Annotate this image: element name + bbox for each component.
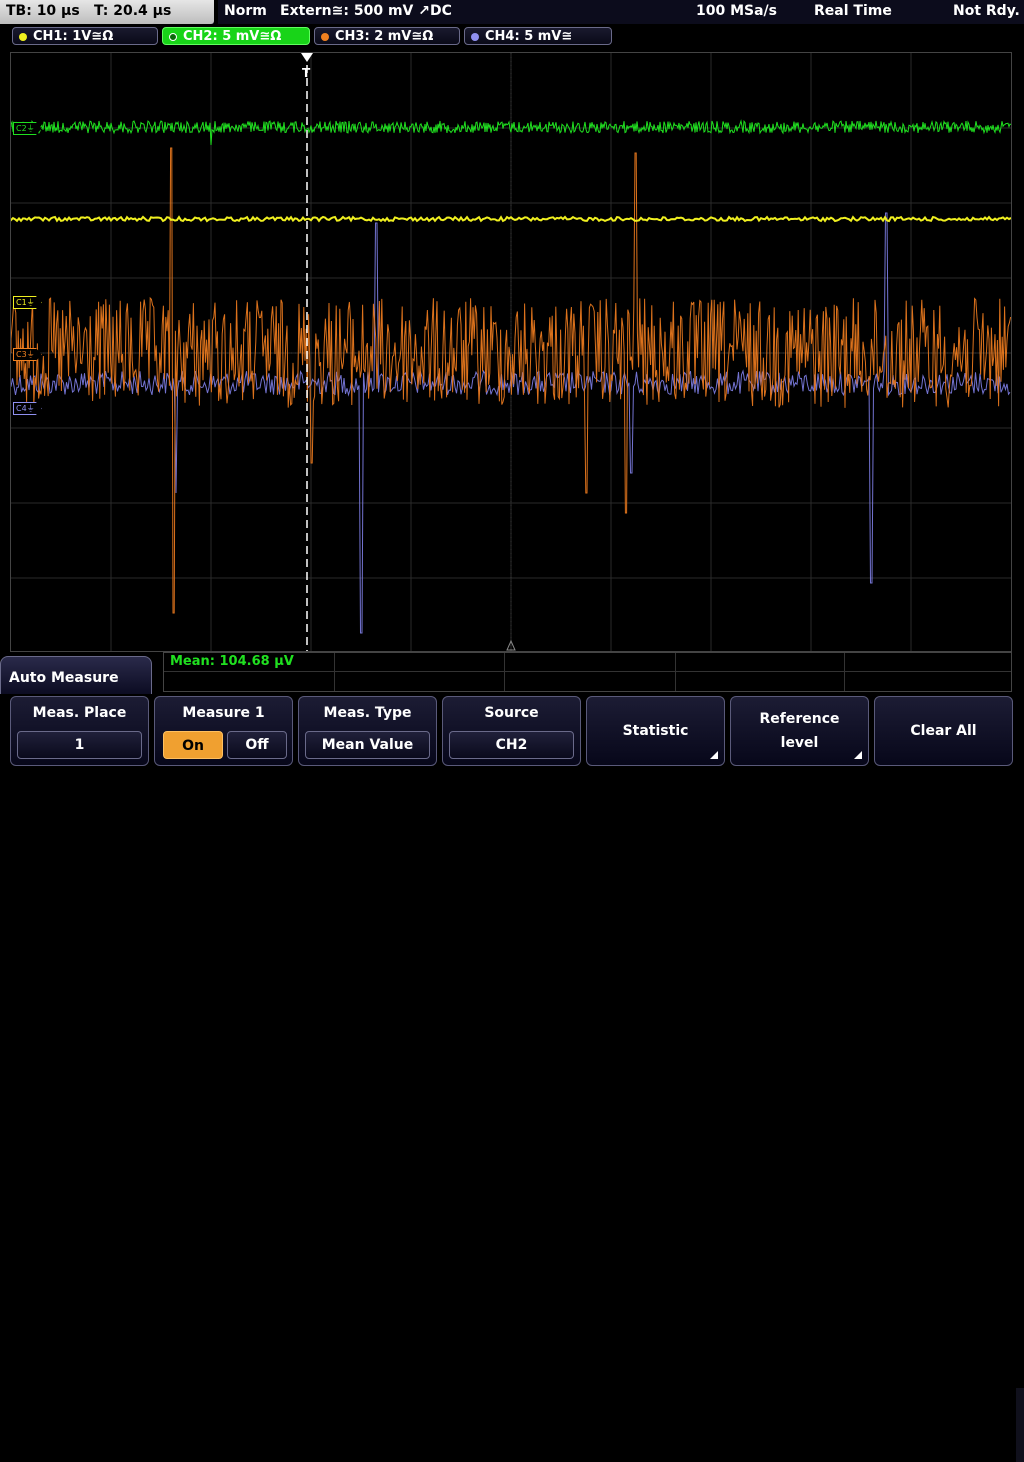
reference-level-line1: Reference [759, 711, 840, 727]
ch4-label: CH4: 5 mV≅ [485, 29, 573, 44]
trigger-marker-label: T [302, 66, 311, 80]
status-bar: TB: 10 µs T: 20.4 µs Norm Extern≅: 500 m… [0, 0, 1024, 24]
ch3-label: CH3: 2 mV≅Ω [335, 29, 434, 44]
measure1-softkey[interactable]: Measure 1 On Off [154, 696, 293, 766]
meas-type-label: Meas. Type [323, 705, 412, 721]
ch2-offset-marker[interactable]: C2⏚ [13, 122, 42, 135]
ch3-color-dot [321, 33, 329, 41]
statistic-label: Statistic [622, 723, 689, 739]
meas-type-value[interactable]: Mean Value [305, 731, 430, 759]
waveform-display[interactable]: T C2⏚ C1⏚ C3⏚ C4⏚ [10, 52, 1012, 652]
meas-place-value[interactable]: 1 [17, 731, 142, 759]
measure1-on-button[interactable]: On [163, 731, 223, 759]
meas-type-softkey[interactable]: Meas. Type Mean Value [298, 696, 437, 766]
trigger-mode[interactable]: Norm [224, 3, 267, 19]
measure1-off-button[interactable]: Off [227, 731, 287, 759]
measure1-label: Measure 1 [182, 705, 265, 721]
reference-level-line2: level [780, 735, 819, 751]
meas-place-softkey[interactable]: Meas. Place 1 [10, 696, 149, 766]
source-softkey[interactable]: Source CH2 [442, 696, 581, 766]
ch2-label: CH2: 5 mV≅Ω [183, 29, 282, 44]
channel-bar: CH1: 1V≅Ω CH2: 5 mV≅Ω CH3: 2 mV≅Ω CH4: 5… [0, 24, 1024, 50]
source-value[interactable]: CH2 [449, 731, 574, 759]
statistic-softkey[interactable]: Statistic [586, 696, 725, 766]
measurement-results: Mean: 104.68 µV [163, 652, 1012, 692]
timebase-box[interactable]: TB: 10 µs T: 20.4 µs [0, 0, 214, 24]
ch2-color-dot [169, 33, 177, 41]
submenu-arrow-icon [710, 751, 718, 759]
meas-place-label: Meas. Place [32, 705, 127, 721]
ch1-label: CH1: 1V≅Ω [33, 29, 114, 44]
ch4-offset-marker[interactable]: C4⏚ [13, 402, 42, 415]
tab-ch1[interactable]: CH1: 1V≅Ω [12, 27, 158, 45]
trigger-source[interactable]: Extern≅: 500 mV ↗DC [280, 3, 452, 19]
source-label: Source [484, 705, 539, 721]
submenu-arrow-icon [854, 751, 862, 759]
tab-ch3[interactable]: CH3: 2 mV≅Ω [314, 27, 460, 45]
ch1-offset-marker[interactable]: C1⏚ [13, 296, 42, 309]
menu-title-tab: Auto Measure [0, 656, 152, 696]
ch3-offset-marker[interactable]: C3⏚ [13, 348, 42, 361]
trigger-time: T: 20.4 µs [94, 3, 172, 19]
trigger-status: Not Rdy. [953, 3, 1020, 19]
timebase: TB: 10 µs [6, 3, 80, 19]
sample-rate: 100 MSa/s [696, 3, 778, 19]
ch1-color-dot [19, 33, 27, 41]
softkey-bar: Meas. Place 1 Measure 1 On Off Meas. Typ… [0, 694, 1024, 1462]
tab-ch4[interactable]: CH4: 5 mV≅ [464, 27, 612, 45]
clear-all-softkey[interactable]: Clear All [874, 696, 1013, 766]
ch4-color-dot [471, 33, 479, 41]
clear-all-label: Clear All [910, 723, 977, 739]
reference-level-label: Reference level [731, 697, 868, 765]
acquisition-mode: Real Time [814, 3, 892, 19]
menu-title: Auto Measure [9, 670, 119, 686]
tab-ch2[interactable]: CH2: 5 mV≅Ω [162, 27, 310, 45]
reference-level-softkey[interactable]: Reference level [730, 696, 869, 766]
waveform-canvas: T [11, 53, 1011, 651]
softkey-bar-edge [1016, 1388, 1024, 1462]
mean-measurement: Mean: 104.68 µV [170, 654, 294, 669]
